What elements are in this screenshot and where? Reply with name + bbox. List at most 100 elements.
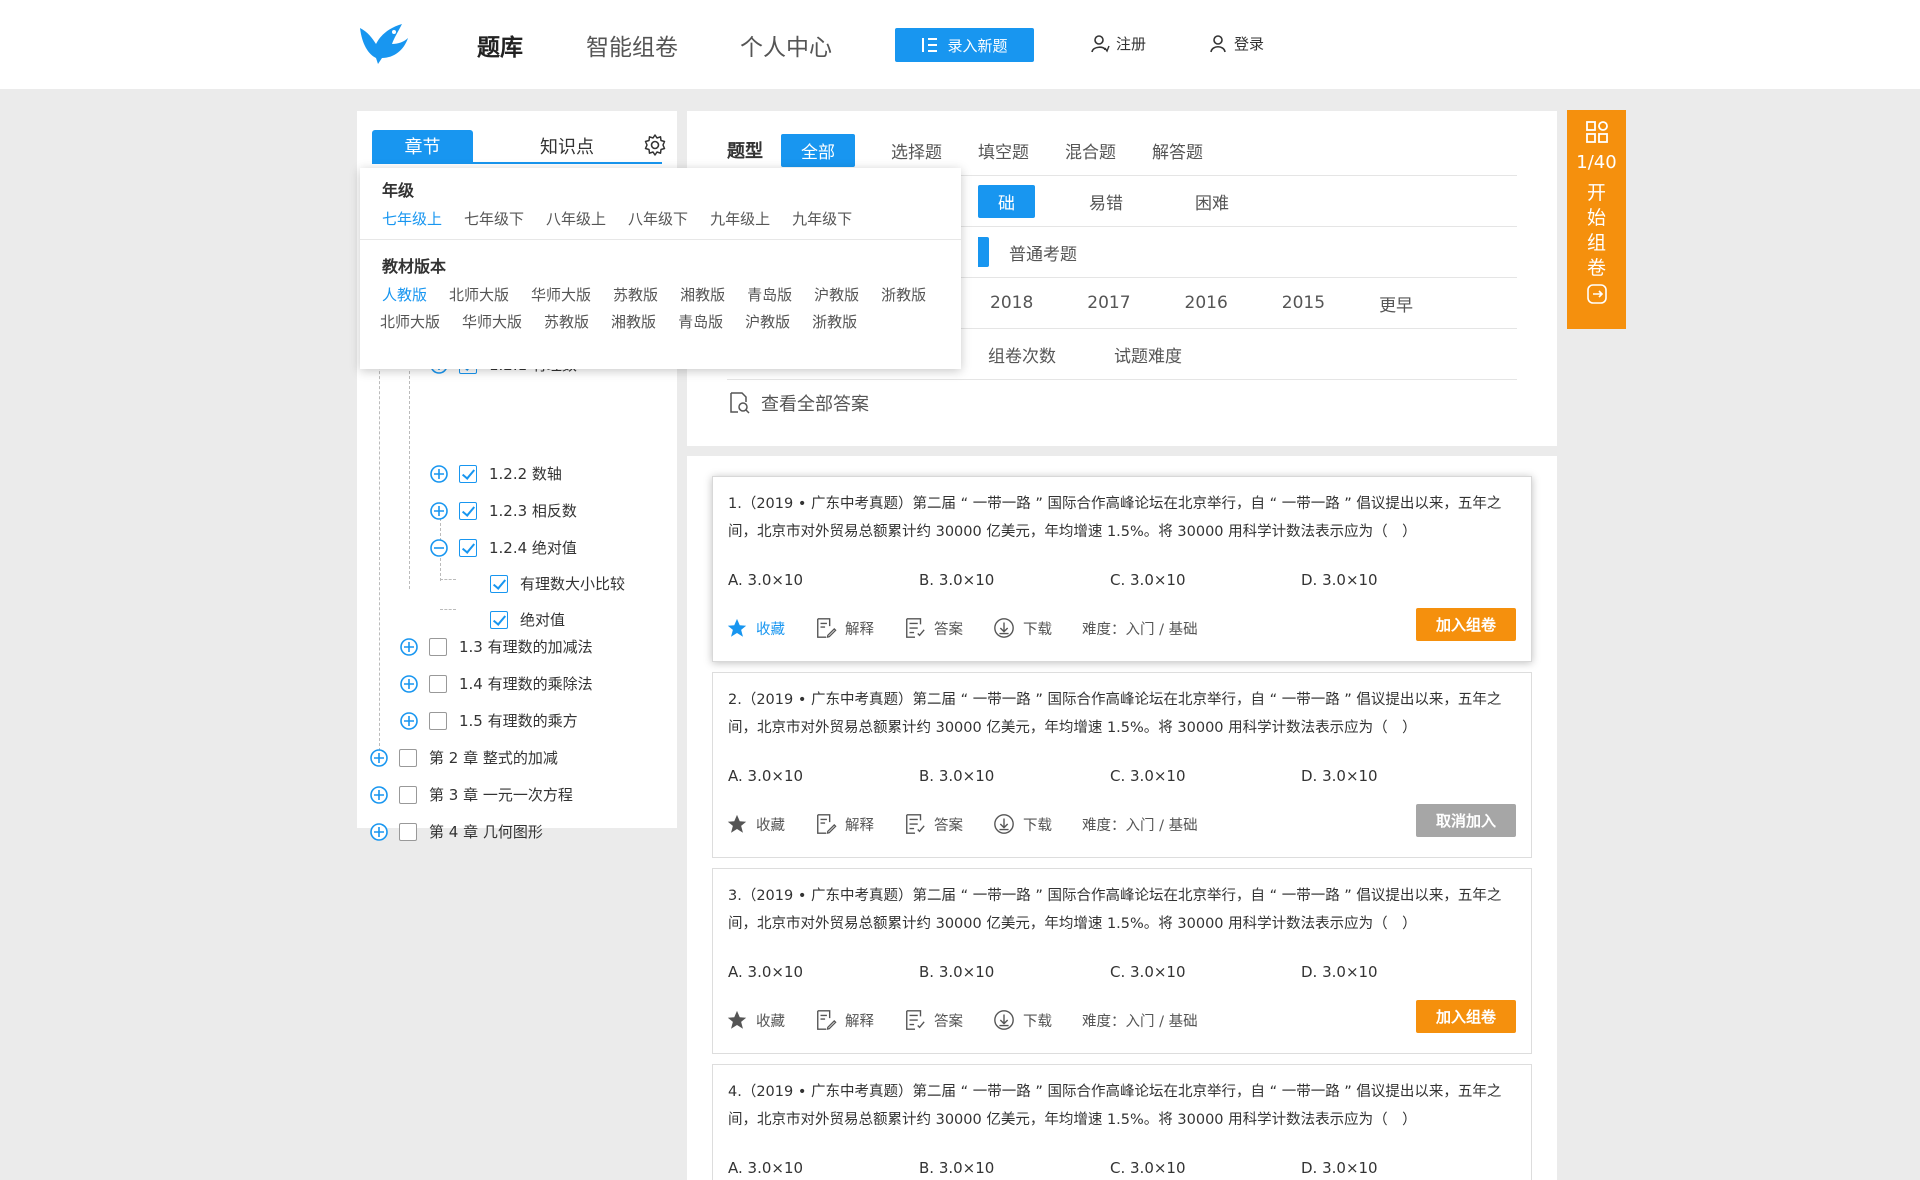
filter-year[interactable]: 2016 — [1185, 289, 1228, 317]
option-b[interactable]: B. 3.0×10 — [919, 1159, 1110, 1177]
favorite-button[interactable]: 收藏 — [726, 813, 785, 835]
explain-button[interactable]: 解释 — [815, 617, 874, 639]
filter-source-normal[interactable]: 普通考题 — [1009, 236, 1077, 269]
edition-option[interactable]: 青岛版 — [678, 311, 723, 332]
option-a[interactable]: A. 3.0×10 — [728, 1159, 919, 1177]
option-d[interactable]: D. 3.0×10 — [1301, 571, 1492, 589]
checkbox[interactable] — [490, 610, 508, 629]
tab-chapter[interactable]: 章节 — [372, 130, 473, 162]
edition-option[interactable]: 华师大版 — [531, 284, 591, 305]
download-button[interactable]: 下载 — [993, 617, 1052, 639]
option-b[interactable]: B. 3.0×10 — [919, 963, 1110, 981]
tree-node-ch3[interactable]: 第 3 章 一元一次方程 — [369, 784, 573, 805]
explain-button[interactable]: 解释 — [815, 813, 874, 835]
favorite-button[interactable]: 收藏 — [726, 617, 785, 639]
filter-type-fill[interactable]: 填空题 — [978, 134, 1029, 167]
nav-personal-center[interactable]: 个人中心 — [740, 28, 832, 62]
new-question-button[interactable]: 录入新题 — [895, 28, 1034, 62]
add-to-paper-button[interactable]: 加入组卷 — [1416, 608, 1516, 641]
sort-by-difficulty[interactable]: 试题难度 — [1114, 338, 1182, 371]
edition-option[interactable]: 北师大版 — [380, 311, 440, 332]
tree-node-1-5[interactable]: 1.5 有理数的乘方 — [399, 710, 578, 731]
checkbox[interactable] — [399, 822, 417, 841]
option-a[interactable]: A. 3.0×10 — [728, 571, 919, 589]
start-paper-float[interactable]: 1/40 开始组卷 — [1567, 110, 1626, 329]
filter-difficulty-basic[interactable]: 础 — [978, 184, 1035, 218]
tree-node-1-2-3[interactable]: 1.2.3 相反数 — [429, 500, 577, 521]
grade-option[interactable]: 八年级上 — [546, 208, 606, 229]
edition-option[interactable]: 湘教版 — [611, 311, 656, 332]
explain-button[interactable]: 解释 — [815, 1009, 874, 1031]
option-a[interactable]: A. 3.0×10 — [728, 963, 919, 981]
edition-option[interactable]: 人教版 — [382, 284, 427, 305]
checkbox[interactable] — [459, 538, 477, 557]
filter-type-answer[interactable]: 解答题 — [1152, 134, 1203, 167]
tree-node-1-3[interactable]: 1.3 有理数的加减法 — [399, 636, 593, 657]
edition-option[interactable]: 青岛版 — [747, 284, 792, 305]
tree-node-ch4[interactable]: 第 4 章 几何图形 — [369, 821, 543, 842]
expand-plus-icon[interactable] — [429, 464, 449, 484]
option-b[interactable]: B. 3.0×10 — [919, 767, 1110, 785]
option-d[interactable]: D. 3.0×10 — [1301, 767, 1492, 785]
grade-option[interactable]: 七年级上 — [382, 208, 442, 229]
edition-option[interactable]: 浙教版 — [812, 311, 857, 332]
filter-type-mixed[interactable]: 混合题 — [1065, 134, 1116, 167]
expand-plus-icon[interactable] — [399, 637, 419, 657]
filter-year[interactable]: 2018 — [990, 289, 1033, 317]
option-c[interactable]: C. 3.0×10 — [1110, 767, 1301, 785]
tree-node-abs[interactable]: 绝对值 — [490, 609, 565, 630]
checkbox[interactable] — [459, 464, 477, 483]
download-button[interactable]: 下载 — [993, 813, 1052, 835]
answer-button[interactable]: 答案 — [904, 813, 963, 835]
tree-node-1-2-4[interactable]: 1.2.4 绝对值 — [429, 537, 577, 558]
checkbox[interactable] — [399, 748, 417, 767]
checkbox[interactable] — [399, 785, 417, 804]
expand-plus-icon[interactable] — [399, 674, 419, 694]
nav-smart-paper[interactable]: 智能组卷 — [586, 28, 678, 62]
checkbox[interactable] — [429, 637, 447, 656]
edition-option[interactable]: 浙教版 — [881, 284, 926, 305]
option-b[interactable]: B. 3.0×10 — [919, 571, 1110, 589]
checkbox[interactable] — [429, 711, 447, 730]
expand-plus-icon[interactable] — [369, 822, 389, 842]
option-c[interactable]: C. 3.0×10 — [1110, 963, 1301, 981]
edition-option[interactable]: 沪教版 — [745, 311, 790, 332]
option-d[interactable]: D. 3.0×10 — [1301, 963, 1492, 981]
tree-node-compare[interactable]: 有理数大小比较 — [490, 573, 625, 594]
add-to-paper-button[interactable]: 加入组卷 — [1416, 1000, 1516, 1033]
option-c[interactable]: C. 3.0×10 — [1110, 571, 1301, 589]
login-link[interactable]: 登录 — [1208, 33, 1264, 54]
checkbox[interactable] — [490, 574, 508, 593]
answer-button[interactable]: 答案 — [904, 1009, 963, 1031]
expand-plus-icon[interactable] — [369, 785, 389, 805]
edition-option[interactable]: 北师大版 — [449, 284, 509, 305]
expand-plus-icon[interactable] — [369, 748, 389, 768]
grade-option[interactable]: 九年级下 — [792, 208, 852, 229]
tree-node-1-2-2[interactable]: 1.2.2 数轴 — [429, 463, 562, 484]
edition-option[interactable]: 苏教版 — [613, 284, 658, 305]
answer-button[interactable]: 答案 — [904, 617, 963, 639]
expand-plus-icon[interactable] — [399, 711, 419, 731]
bird-logo-icon[interactable] — [358, 22, 410, 66]
edition-option[interactable]: 华师大版 — [462, 311, 522, 332]
view-all-answers[interactable]: 查看全部答案 — [727, 390, 869, 416]
option-c[interactable]: C. 3.0×10 — [1110, 1159, 1301, 1177]
option-d[interactable]: D. 3.0×10 — [1301, 1159, 1492, 1177]
register-link[interactable]: 注册 — [1090, 33, 1146, 54]
download-button[interactable]: 下载 — [993, 1009, 1052, 1031]
selected-source-tag[interactable] — [978, 237, 989, 267]
edition-option[interactable]: 湘教版 — [680, 284, 725, 305]
collapse-minus-icon[interactable] — [429, 538, 449, 558]
edition-option[interactable]: 沪教版 — [814, 284, 859, 305]
grade-option[interactable]: 九年级上 — [710, 208, 770, 229]
checkbox[interactable] — [459, 501, 477, 520]
sort-by-paper-count[interactable]: 组卷次数 — [988, 338, 1056, 371]
tab-knowledge-point[interactable]: 知识点 — [507, 130, 627, 162]
tree-node-1-4[interactable]: 1.4 有理数的乘除法 — [399, 673, 593, 694]
option-a[interactable]: A. 3.0×10 — [728, 767, 919, 785]
grade-option[interactable]: 七年级下 — [464, 208, 524, 229]
grade-option[interactable]: 八年级下 — [628, 208, 688, 229]
gear-icon[interactable] — [643, 133, 667, 157]
nav-question-bank[interactable]: 题库 — [477, 28, 523, 62]
filter-type-all[interactable]: 全部 — [781, 133, 855, 167]
